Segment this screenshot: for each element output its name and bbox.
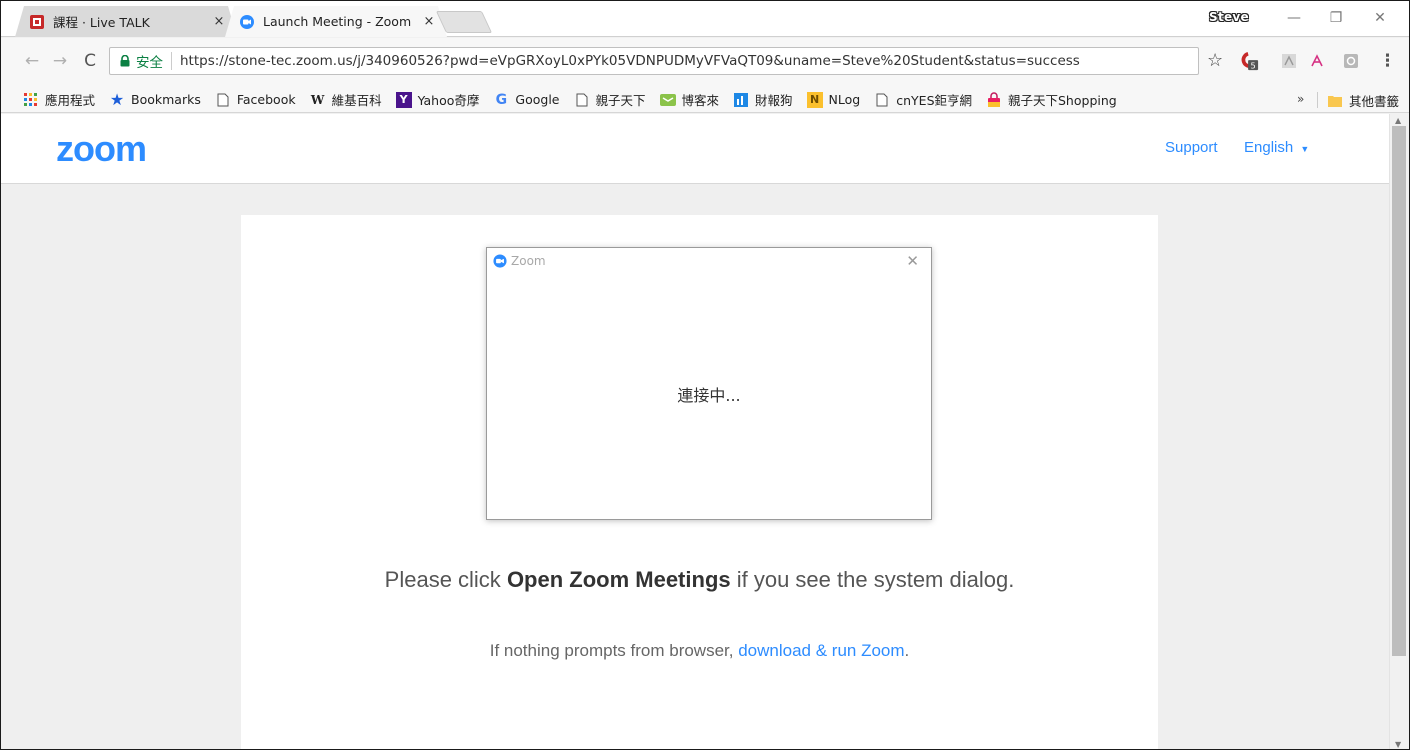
bookmark-yahoo[interactable]: Y Yahoo奇摩 [395,90,480,109]
instruction-emphasis: Open Zoom Meetings [506,567,731,592]
google-icon: G [495,91,508,108]
other-bookmarks-label: 其他書籤 [1349,94,1400,109]
bookmark-label: Bookmarks [131,92,201,107]
bookmark-label: 博客來 [681,93,720,108]
connecting-status: 連接中... [677,386,741,405]
tab-strip: 課程 · Live TALK × Launch Meeting - Zoom ×… [1,1,1409,37]
zoom-logo[interactable]: zoom [56,128,147,170]
url-text[interactable]: https://stone-tec.zoom.us/j/340960526?pw… [180,53,1080,69]
address-bar[interactable]: 安全 https://stone-tec.zoom.us/j/340960526… [109,47,1199,75]
fallback-text: If nothing prompts from browser, downloa… [241,641,1158,661]
secure-label: 安全 [136,55,163,71]
books-icon [659,92,676,108]
scrollbar-thumb[interactable] [1392,126,1406,656]
yahoo-icon: Y [395,91,412,108]
language-dropdown[interactable]: English ▼ [1244,139,1309,156]
color-picker-extension-icon[interactable] [1307,51,1327,71]
bookmark-facebook[interactable]: Facebook [215,92,296,108]
bookmark-label: 親子天下Shopping [1008,93,1117,108]
extension-badge-icon[interactable]: 5 [1239,51,1259,71]
bookmark-nlog[interactable]: N NLog [806,91,861,108]
bookmark-parenting-shopping[interactable]: 親子天下Shopping [986,90,1117,109]
tab-title: 課程 · Live TALK [53,15,150,30]
back-arrow-icon[interactable]: ← [21,50,43,72]
browser-window: 課程 · Live TALK × Launch Meeting - Zoom ×… [0,0,1410,750]
bookmark-cnyes[interactable]: cnYES鉅亨網 [874,90,972,109]
bookmark-parenting[interactable]: 親子天下 [574,90,646,109]
tab-close-button[interactable]: × [211,14,227,29]
bookmark-apps[interactable]: 應用程式 [23,90,95,109]
scroll-down-icon[interactable]: ▼ [1395,740,1401,749]
maximize-button[interactable]: ❐ [1321,8,1351,28]
reload-icon[interactable]: C [79,50,101,72]
close-window-button[interactable]: ✕ [1365,8,1395,28]
nlog-icon: N [806,91,823,108]
language-label: English [1244,139,1294,156]
profile-name[interactable]: Steve [1209,10,1249,24]
bookmark-bookmarks[interactable]: ★ Bookmarks [109,90,201,109]
extension-badge-count: 5 [1250,60,1255,70]
bookmarks-overflow-button[interactable]: » [1297,92,1304,106]
bookmark-star-icon[interactable]: ☆ [1207,51,1223,71]
dialog-title: Zoom [511,254,546,268]
tab-title: Launch Meeting - Zoom [263,14,412,29]
dialog-close-icon[interactable]: ✕ [906,252,919,270]
other-bookmarks-folder[interactable]: 其他書籤 [1327,91,1399,110]
support-link[interactable]: Support [1165,139,1218,156]
bookmark-google[interactable]: G Google [493,91,560,108]
page-viewport: zoom Support English ▼ Zoom ✕ 連接中... Ple… [1,114,1389,749]
instruction-text: Please click Open Zoom Meetings if you s… [241,567,1158,593]
bookmarks-separator [1317,92,1318,108]
bookmark-label: 應用程式 [45,93,96,108]
zoom-app-icon [493,254,507,268]
page-icon [215,92,231,108]
folder-icon [1327,93,1343,109]
bookmark-wikipedia[interactable]: W 維基百科 [310,90,382,109]
site-header: zoom Support English ▼ [1,114,1389,184]
bookmark-books[interactable]: 博客來 [659,90,720,109]
lock-icon [116,55,134,67]
pdf-extension-icon[interactable] [1279,51,1299,71]
page-icon [874,92,890,108]
tab-close-button[interactable]: × [421,14,437,29]
statementdog-icon [733,92,749,108]
omnibox-separator [171,52,172,70]
instruction-prefix: Please click [384,567,507,592]
page-icon [574,92,590,108]
bookmark-label: 財報狗 [755,93,793,108]
tab-live-talk[interactable]: 課程 · Live TALK × [15,6,237,37]
apps-grid-icon [23,92,39,108]
shopping-bag-icon [986,91,1002,108]
instruction-suffix: if you see the system dialog. [730,567,1015,592]
minimize-button[interactable]: — [1279,8,1309,28]
sync-extension-icon[interactable] [1341,51,1361,71]
forward-arrow-icon[interactable]: → [49,50,71,72]
browser-toolbar: ← → C 安全 https://stone-tec.zoom.us/j/340… [1,38,1409,87]
fallback-prefix: If nothing prompts from browser, [489,641,739,660]
star-icon: ★ [109,90,125,109]
bookmark-label: cnYES鉅亨網 [896,93,972,108]
bookmark-label: Facebook [236,92,296,107]
page-scrollbar[interactable]: ▲ ▼ [1389,114,1409,749]
fallback-suffix: . [904,641,910,660]
tab-launch-meeting[interactable]: Launch Meeting - Zoom × [225,6,447,37]
scroll-up-icon[interactable]: ▲ [1395,116,1401,125]
caret-down-icon: ▼ [1300,144,1310,154]
bookmark-label: 親子天下 [595,93,646,108]
live-talk-favicon-icon [29,14,45,30]
bookmark-statementdog[interactable]: 財報狗 [733,90,793,109]
chrome-menu-icon[interactable]: ⋮ [1379,51,1396,71]
zoom-favicon-icon [239,14,255,30]
bookmark-label: NLog [828,92,861,107]
wikipedia-icon: W [310,92,325,107]
bookmark-label: Yahoo奇摩 [417,93,480,108]
bookmark-label: 維基百科 [331,93,382,108]
dialog-titlebar: Zoom [487,248,931,274]
new-tab-button[interactable] [435,11,493,33]
bookmarks-bar: 應用程式 ★ Bookmarks Facebook W 維基百科 Y Yahoo… [1,87,1409,113]
download-run-zoom-link[interactable]: download & run Zoom [738,641,904,660]
bookmark-label: Google [515,92,560,107]
launch-card: Zoom ✕ 連接中... Please click Open Zoom Mee… [241,215,1158,749]
zoom-connecting-dialog: Zoom ✕ 連接中... [486,247,932,520]
